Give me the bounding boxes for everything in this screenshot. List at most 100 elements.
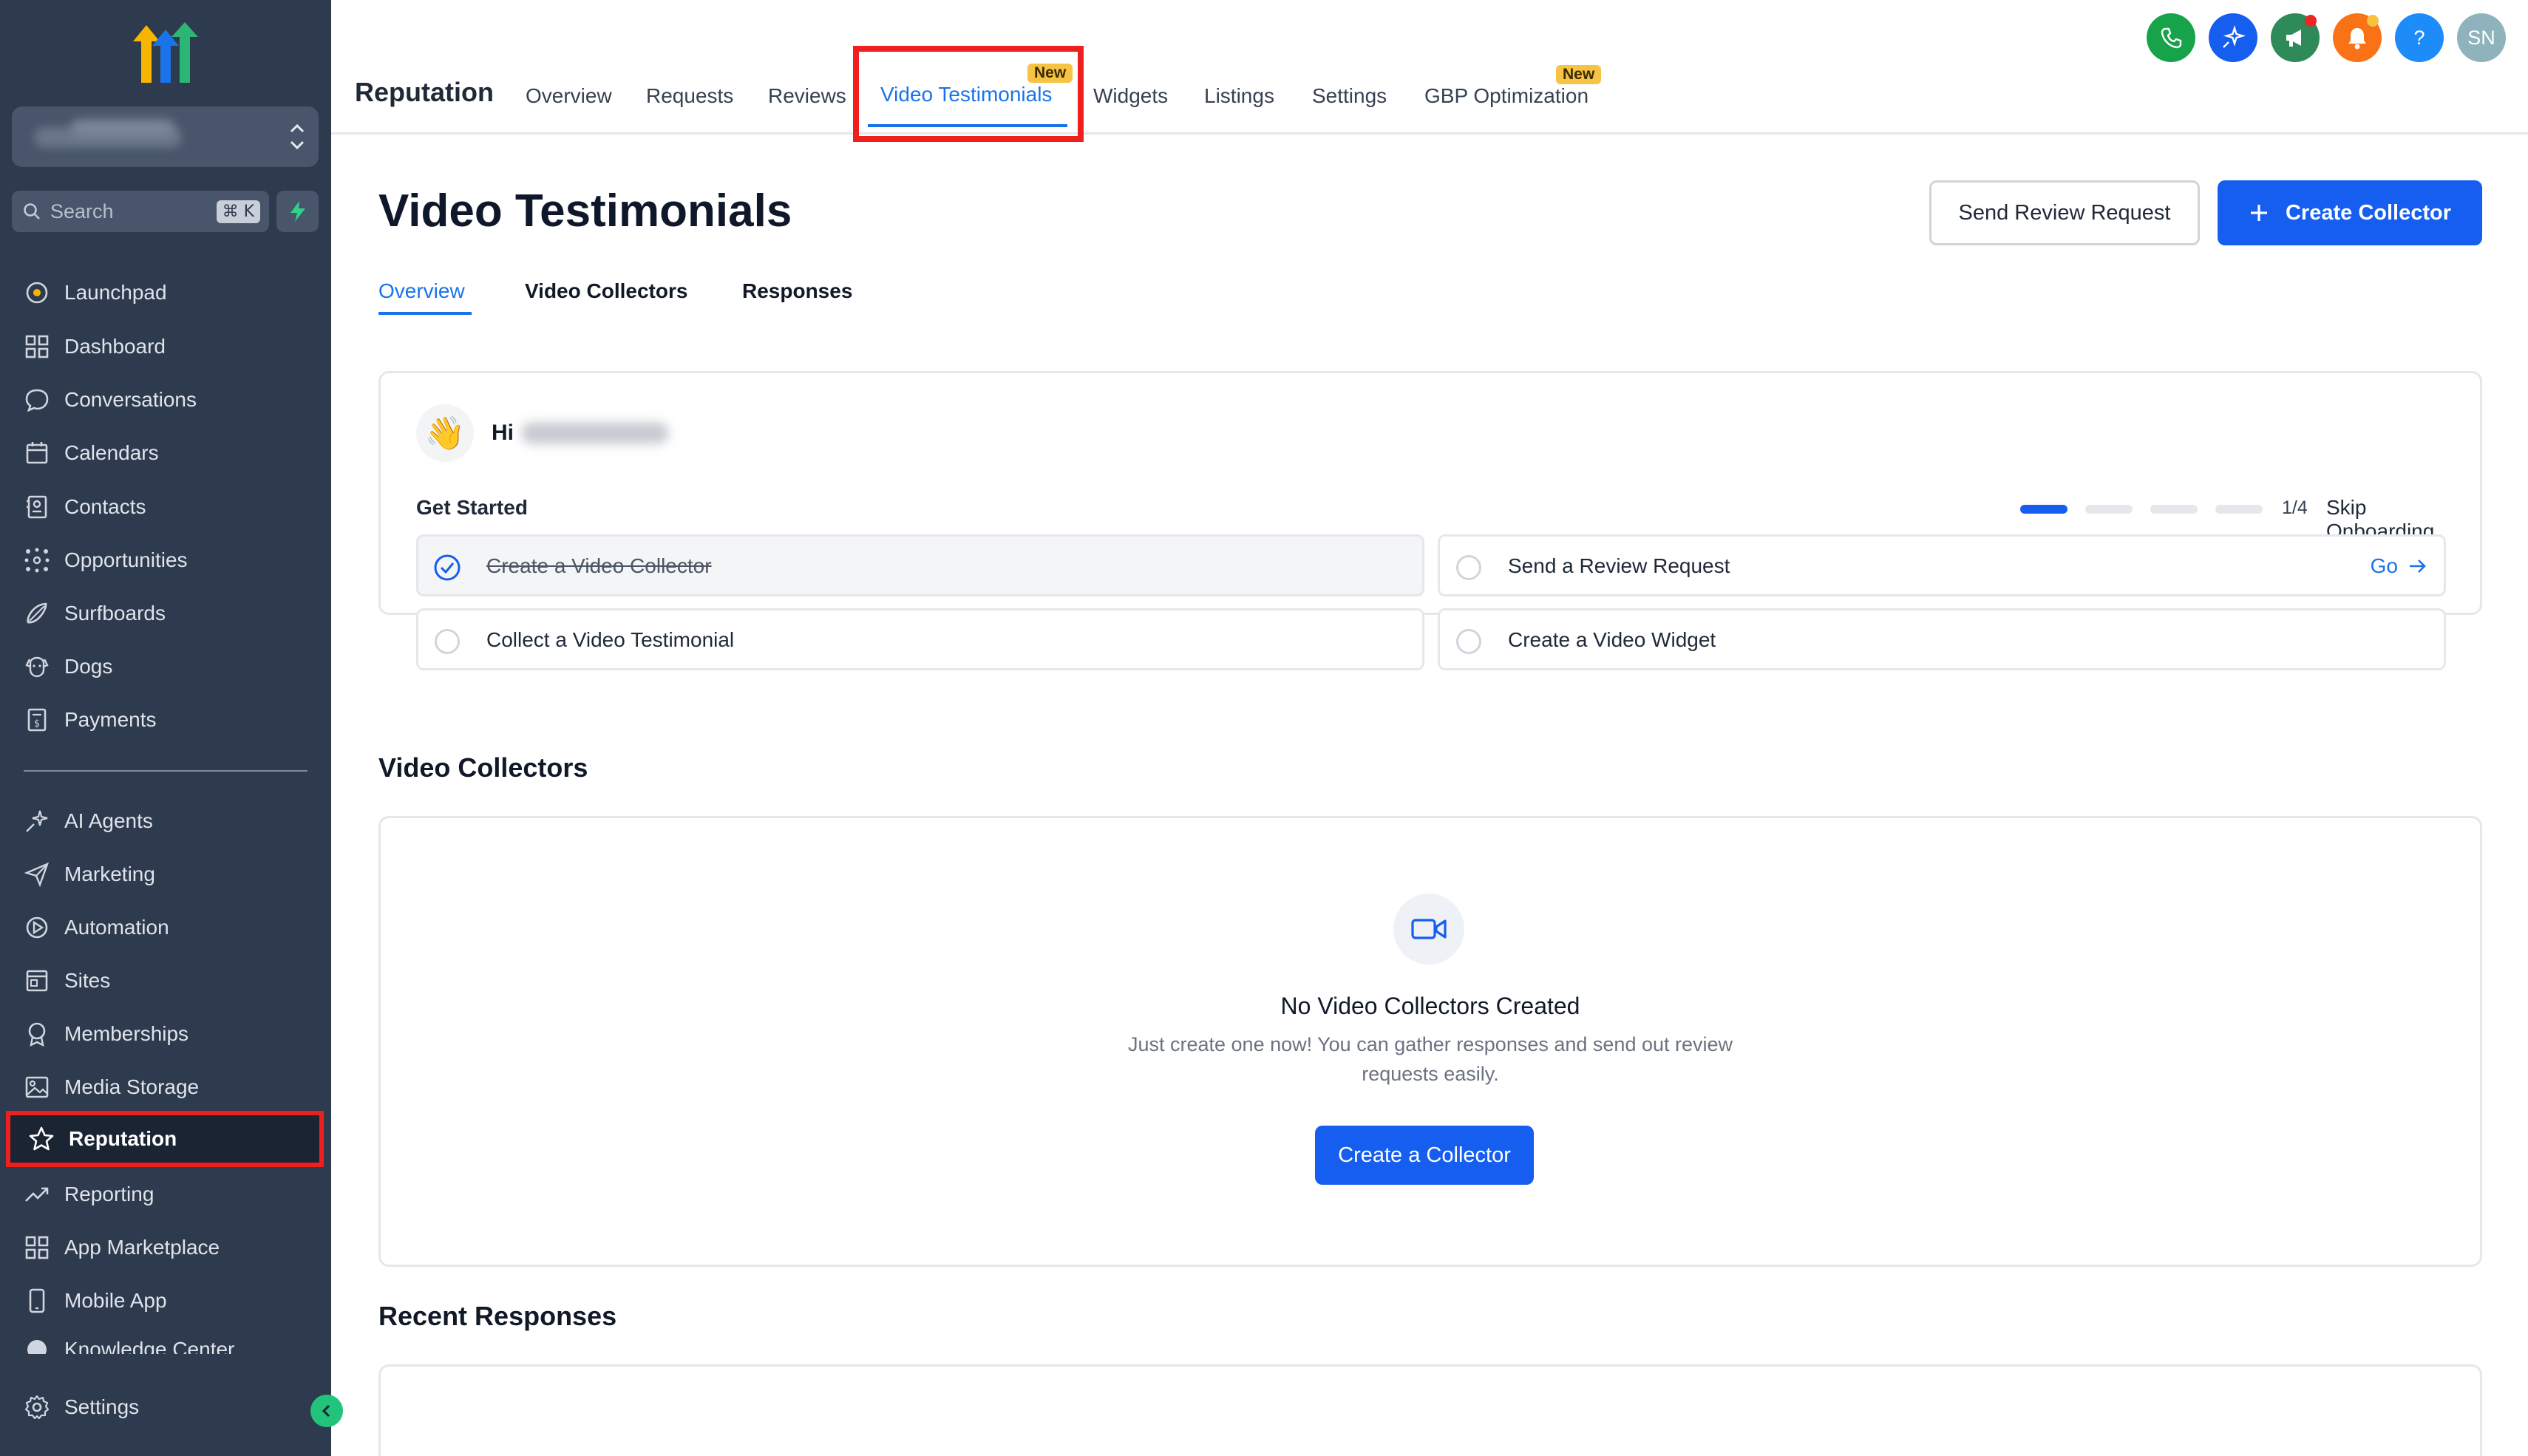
sidebar-item-app-marketplace[interactable]: App Marketplace <box>0 1225 331 1270</box>
new-badge: New <box>1556 65 1602 84</box>
sidebar-item-dashboard[interactable]: Dashboard <box>0 324 331 369</box>
svg-text:$: $ <box>34 718 40 729</box>
video-collectors-card: No Video Collectors Created Just create … <box>378 816 2482 1267</box>
top-bar: Reputation Overview Requests Reviews Vid… <box>331 0 2528 142</box>
sidebar-item-conversations[interactable]: Conversations <box>0 378 331 422</box>
step-collect-video-testimonial[interactable]: Collect a Video Testimonial <box>416 608 1424 670</box>
payments-icon: $ <box>27 708 47 732</box>
sidebar-item-dogs[interactable]: Dogs <box>0 644 331 689</box>
sidebar-item-calendars[interactable]: Calendars <box>0 431 331 475</box>
sidebar-divider <box>24 770 307 772</box>
get-started-label: Get Started <box>416 496 528 519</box>
create-collector-button[interactable]: Create Collector <box>2218 180 2482 245</box>
tab-settings[interactable]: Settings <box>1312 84 1387 108</box>
sidebar-item-label: Marketing <box>64 863 155 885</box>
notifications-button[interactable] <box>2333 13 2382 62</box>
main-content: Video Testimonials Send Review Request C… <box>331 135 2528 1456</box>
sidebar-item-launchpad[interactable]: Launchpad <box>0 271 331 315</box>
tab-requests[interactable]: Requests <box>646 84 733 108</box>
tab-highlight-annotation <box>853 46 1084 142</box>
chat-icon <box>25 389 49 412</box>
sidebar-item-payments[interactable]: $ Payments <box>0 698 331 742</box>
tab-widgets[interactable]: Widgets <box>1093 84 1168 108</box>
step-count: 1/4 <box>2282 497 2308 518</box>
sidebar-item-label: Opportunities <box>64 548 188 571</box>
sidebar: Search ⌘ K Launchpad Dashboard Conversat… <box>0 0 343 1456</box>
sidebar-item-media-storage[interactable]: Media Storage <box>0 1065 331 1109</box>
search-icon <box>24 203 40 220</box>
phone-icon <box>2161 27 2182 49</box>
notification-dot <box>2305 15 2317 27</box>
sidebar-item-ai-agents[interactable]: AI Agents <box>0 799 331 843</box>
announcements-button[interactable] <box>2271 13 2320 62</box>
sidebar-item-marketing[interactable]: Marketing <box>0 852 331 897</box>
go-link[interactable]: Go <box>2371 554 2427 578</box>
step-create-video-collector[interactable]: Create a Video Collector <box>416 534 1424 596</box>
help-icon: ? <box>2413 26 2425 49</box>
sidebar-item-label: AI Agents <box>64 809 153 832</box>
page-title: Video Testimonials <box>378 186 792 237</box>
sidebar-item-contacts[interactable]: Contacts <box>0 485 331 529</box>
subtab-overview[interactable]: Overview <box>378 279 465 303</box>
notification-dot <box>2367 15 2379 27</box>
tab-overview[interactable]: Overview <box>526 84 612 108</box>
send-review-request-button[interactable]: Send Review Request <box>1929 180 2200 245</box>
dog-icon <box>25 656 49 678</box>
sidebar-item-label: Automation <box>64 916 169 939</box>
sidebar-item-surfboards[interactable]: Surfboards <box>0 591 331 636</box>
phone-button[interactable] <box>2147 13 2195 62</box>
sidebar-search[interactable]: Search ⌘ K <box>12 191 269 232</box>
subtab-responses[interactable]: Responses <box>742 279 852 303</box>
help-button[interactable]: ? <box>2395 13 2444 62</box>
step-status-circle <box>1456 629 1481 654</box>
sidebar-item-knowledge-center[interactable]: Knowledge Center <box>0 1327 331 1354</box>
sidebar-item-automation[interactable]: Automation <box>0 905 331 950</box>
sidebar-item-label: Knowledge Center <box>64 1338 235 1354</box>
sidebar-item-reporting[interactable]: Reporting <box>0 1172 331 1217</box>
sidebar-item-label: Payments <box>64 708 157 731</box>
knowledge-icon <box>27 1340 47 1354</box>
launchpad-icon <box>26 282 48 304</box>
ai-assist-button[interactable] <box>2209 13 2257 62</box>
create-a-collector-button[interactable]: Create a Collector <box>1315 1126 1534 1185</box>
sidebar-item-memberships[interactable]: Memberships <box>0 1012 331 1056</box>
progress-segment-4 <box>2215 505 2263 514</box>
avatar-initials: SN <box>2467 26 2495 49</box>
step-label: Create a Video Widget <box>1508 628 1716 651</box>
step-label: Send a Review Request <box>1508 554 1730 577</box>
bell-icon <box>2348 28 2366 50</box>
create-collector-label: Create Collector <box>2285 200 2451 225</box>
search-shortcut: ⌘ K <box>216 200 260 223</box>
tab-reviews[interactable]: Reviews <box>768 84 846 108</box>
sidebar-item-mobile-app[interactable]: Mobile App <box>0 1279 331 1323</box>
sidebar-item-opportunities[interactable]: Opportunities <box>0 538 331 582</box>
tab-listings[interactable]: Listings <box>1204 84 1274 108</box>
dashboard-icon <box>25 335 49 358</box>
step-label: Create a Video Collector <box>486 554 712 577</box>
sidebar-clip: Knowledge Center <box>0 1327 331 1354</box>
megaphone-icon <box>2286 30 2301 47</box>
subtab-video-collectors[interactable]: Video Collectors <box>525 279 687 303</box>
quick-action-button[interactable] <box>276 191 319 232</box>
sidebar-item-label: App Marketplace <box>64 1236 220 1259</box>
recent-responses-card <box>378 1364 2482 1456</box>
image-icon <box>25 1076 49 1098</box>
avatar[interactable]: SN <box>2457 13 2506 62</box>
video-collectors-title: Video Collectors <box>378 752 588 783</box>
tab-gbp-optimization[interactable]: GBP Optimization <box>1424 84 1589 108</box>
sidebar-item-reputation[interactable]: Reputation <box>6 1111 324 1167</box>
sidebar-item-label: Reputation <box>69 1127 177 1150</box>
sidebar-item-label: Calendars <box>64 441 159 464</box>
sidebar-item-label: Memberships <box>64 1022 189 1045</box>
video-camera-icon <box>1411 919 1447 939</box>
recent-responses-title: Recent Responses <box>378 1301 617 1331</box>
sites-icon <box>26 970 48 992</box>
active-subtab-underline <box>378 312 472 315</box>
step-create-video-widget[interactable]: Create a Video Widget <box>1438 608 2446 670</box>
step-send-review-request[interactable]: Send a Review Request Go <box>1438 534 2446 596</box>
sidebar-item-sites[interactable]: Sites <box>0 959 331 1003</box>
sidebar-item-settings[interactable]: Settings <box>0 1385 331 1429</box>
empty-state-icon-wrap <box>1393 894 1464 965</box>
calendar-icon <box>26 442 48 464</box>
account-switcher[interactable] <box>12 106 319 167</box>
